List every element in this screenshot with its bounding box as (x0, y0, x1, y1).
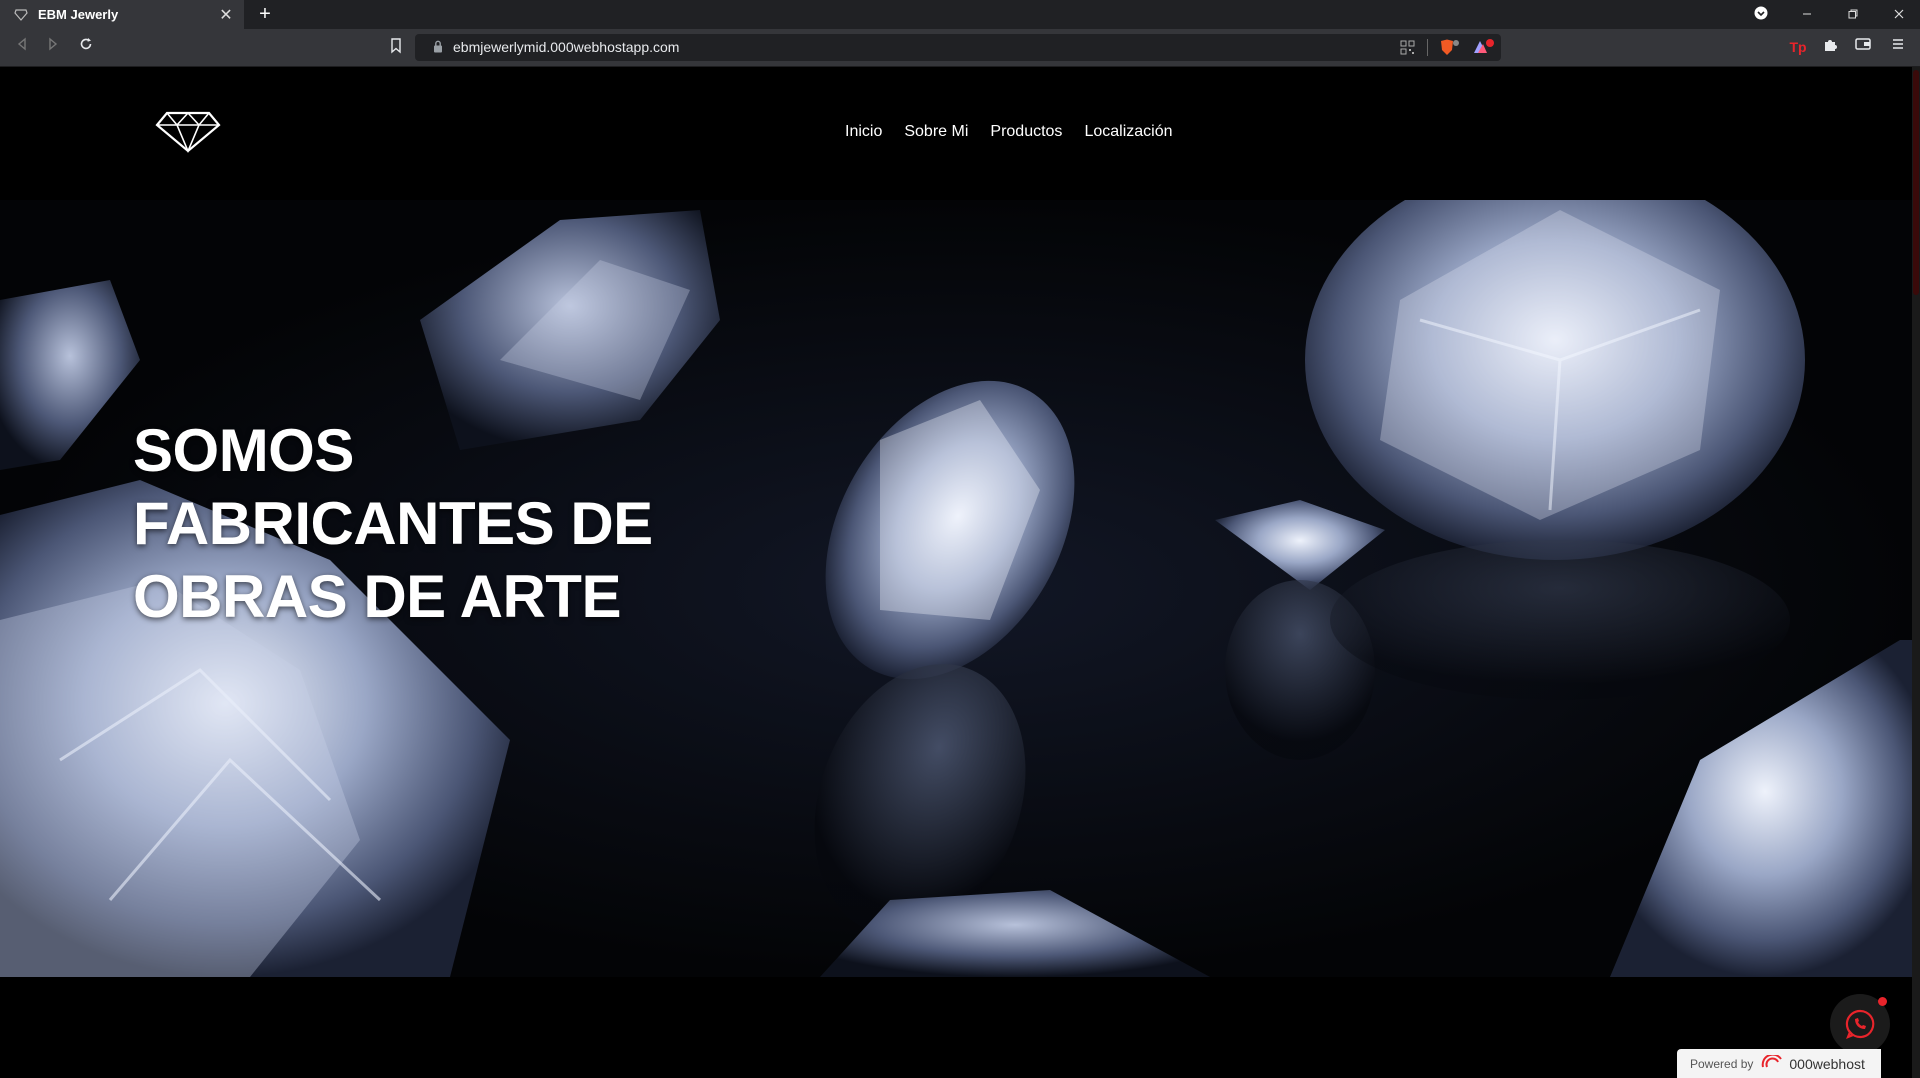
extensions-puzzle-icon[interactable] (1820, 37, 1840, 57)
main-nav: Inicio Sobre Mi Productos Localización (845, 123, 1173, 141)
diamond-logo-icon[interactable] (155, 107, 221, 158)
hero-banner: SOMOS FABRICANTES DE OBRAS DE ARTE (0, 200, 1920, 977)
browser-tab-bar: EBM Jewerly ✕ + (0, 0, 1920, 29)
qr-code-icon[interactable] (1400, 40, 1415, 60)
host-name: 000webhost (1789, 1055, 1865, 1072)
omnibox-divider (1427, 39, 1428, 56)
nav-localizacion[interactable]: Localización (1084, 123, 1172, 141)
lock-icon (433, 40, 443, 58)
window-controls (1738, 0, 1920, 29)
brave-shields-icon[interactable] (1439, 39, 1461, 61)
back-icon[interactable] (12, 37, 32, 57)
scrollbar-thumb[interactable] (1913, 70, 1919, 295)
000webhost-logo-icon (1761, 1053, 1783, 1072)
powered-by-label: Powered by (1690, 1056, 1754, 1071)
tab-close-button[interactable]: ✕ (216, 5, 236, 25)
hero-title: SOMOS FABRICANTES DE OBRAS DE ARTE (133, 417, 653, 630)
menu-icon[interactable] (1888, 37, 1908, 57)
url-text: ebmjewerlymid.000webhostapp.com (453, 39, 680, 55)
minimize-icon[interactable] (1784, 7, 1830, 23)
reload-icon[interactable] (76, 37, 96, 57)
nav-productos[interactable]: Productos (990, 123, 1062, 141)
new-tab-button[interactable]: + (254, 3, 276, 25)
tp-extension-icon[interactable]: Tp (1788, 37, 1808, 57)
whatsapp-icon (1845, 1009, 1875, 1039)
nav-sobre-mi[interactable]: Sobre Mi (904, 123, 968, 141)
restore-icon[interactable] (1830, 7, 1876, 23)
forward-icon[interactable] (43, 37, 63, 57)
powered-by-badge[interactable]: Powered by 000webhost (1677, 1049, 1881, 1078)
tab-title: EBM Jewerly (38, 7, 119, 22)
brave-rewards-icon[interactable] (1472, 38, 1496, 61)
browser-toolbar: ebmjewerlymid.000webhostapp.com Tp (0, 29, 1920, 67)
bookmark-icon[interactable] (390, 38, 402, 59)
diamond-favicon-icon (14, 8, 28, 22)
web-page: Inicio Sobre Mi Productos Localización S… (0, 67, 1920, 1078)
close-window-icon[interactable] (1876, 7, 1920, 23)
nav-inicio[interactable]: Inicio (845, 123, 882, 141)
notification-dot (1878, 997, 1887, 1006)
browser-tab[interactable]: EBM Jewerly ✕ (0, 0, 244, 29)
wallet-icon[interactable] (1853, 37, 1873, 57)
address-bar[interactable]: ebmjewerlymid.000webhostapp.com (415, 34, 1501, 61)
profile-icon[interactable] (1738, 6, 1784, 23)
